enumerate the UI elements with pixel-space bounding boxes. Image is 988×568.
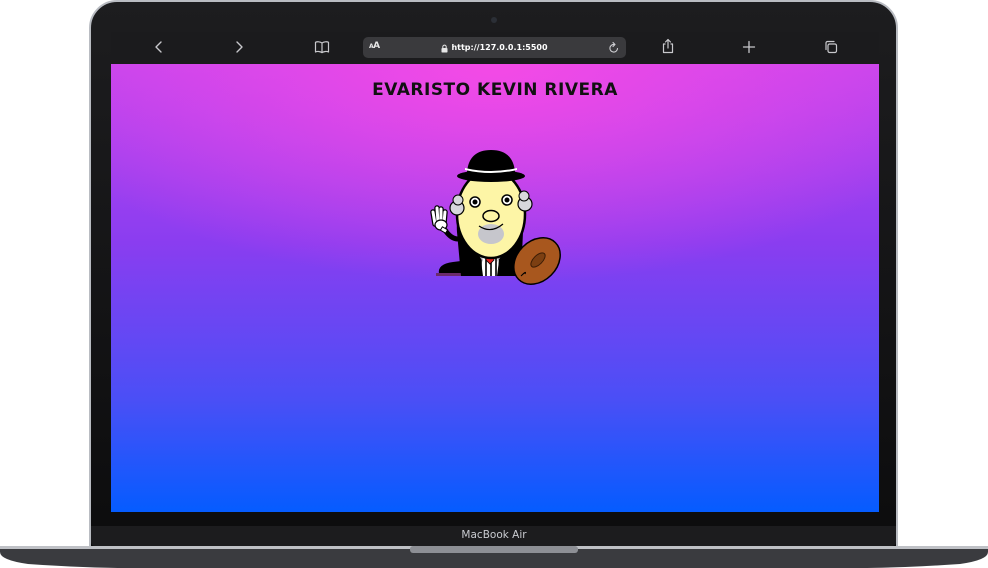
back-button[interactable] (148, 38, 170, 58)
chevron-right-icon (234, 39, 244, 58)
camera-dot (491, 17, 497, 23)
forward-button[interactable] (228, 38, 250, 58)
new-tab-button[interactable] (738, 38, 760, 58)
plus-icon (742, 39, 756, 58)
device-label: MacBook Air (461, 529, 527, 541)
browser-toolbar: AA http://127.0.0.1:5500 (111, 32, 879, 65)
reload-button[interactable] (608, 40, 620, 59)
reload-icon (608, 40, 620, 59)
lock-icon (441, 38, 448, 57)
book-icon (314, 39, 330, 58)
laptop-screen: AA http://127.0.0.1:5500 EVARISTO KEVIN … (111, 32, 879, 512)
page-title: EVARISTO KEVIN RIVERA (372, 80, 618, 100)
share-button[interactable] (657, 38, 679, 58)
tabs-overview-button[interactable] (820, 38, 842, 58)
share-icon (661, 38, 675, 58)
url-text: http://127.0.0.1:5500 (451, 43, 548, 52)
bookmarks-button[interactable] (311, 38, 333, 58)
laptop-base (0, 546, 988, 568)
cartoon-character-illustration (430, 150, 561, 285)
web-page: EVARISTO KEVIN RIVERA (111, 64, 879, 512)
tabs-icon (824, 39, 838, 58)
address-bar[interactable]: AA http://127.0.0.1:5500 (363, 37, 626, 58)
url-container: http://127.0.0.1:5500 (363, 37, 626, 58)
laptop-mockup: AA http://127.0.0.1:5500 EVARISTO KEVIN … (0, 0, 988, 568)
chevron-left-icon (154, 39, 164, 58)
